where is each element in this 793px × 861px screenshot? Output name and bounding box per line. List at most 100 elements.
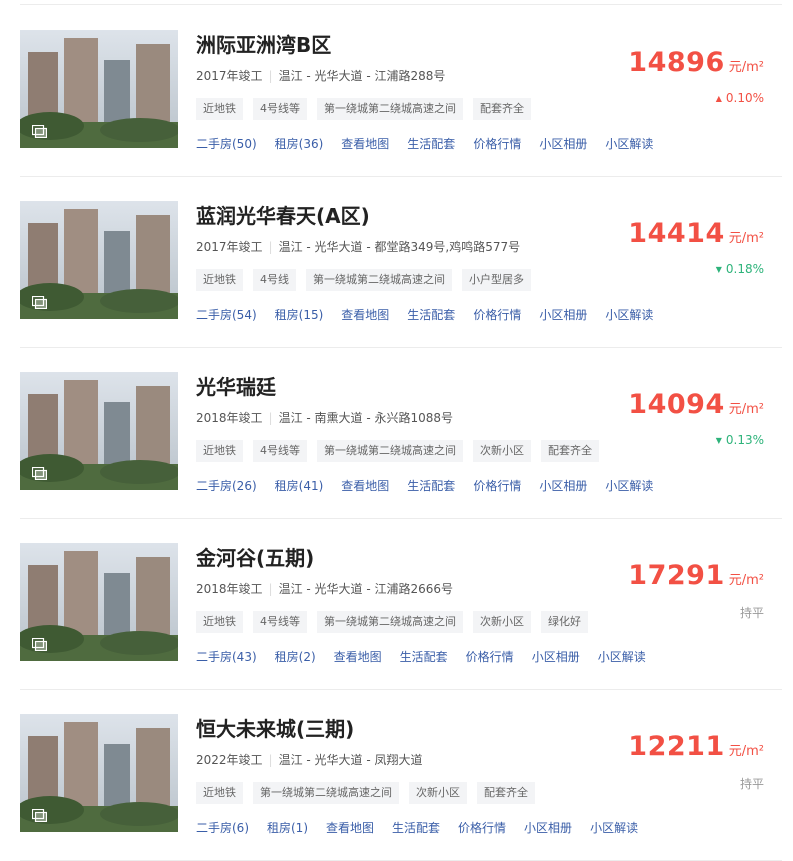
community-link[interactable]: 小区解读 [605, 306, 653, 323]
community-link[interactable]: 生活配套 [407, 306, 455, 323]
community-link[interactable]: 价格行情 [473, 135, 521, 152]
community-location: 温江 - 光华大道 - 凤翔大道 [278, 753, 423, 767]
community-name[interactable]: 金河谷(五期) [196, 542, 314, 571]
community-links: 二手房(26) 租房(41) 查看地图 生活配套 价格行情 小区相册 小区解读 [196, 477, 671, 494]
feature-tag: 小户型居多 [462, 269, 531, 291]
community-name[interactable]: 洲际亚洲湾B区 [196, 29, 331, 58]
feature-tag: 次新小区 [473, 440, 531, 462]
community-link[interactable]: 小区解读 [605, 477, 653, 494]
community-link[interactable]: 生活配套 [400, 648, 448, 665]
community-link[interactable]: 租房(36) [275, 135, 324, 152]
community-link[interactable]: 生活配套 [407, 135, 455, 152]
community-link[interactable]: 查看地图 [326, 819, 374, 836]
community-link[interactable]: 价格行情 [458, 819, 506, 836]
average-price: 14896 元/m² [628, 47, 764, 78]
community-link[interactable]: 小区相册 [539, 306, 587, 323]
community-link[interactable]: 小区相册 [532, 648, 580, 665]
price-change-value: 0.18% [725, 262, 764, 276]
price-value: 17291 [628, 560, 725, 591]
meta-separator: | [268, 69, 273, 83]
community-card: 金河谷(五期) 2018年竣工 | 温江 - 光华大道 - 江浦路2666号 近地铁… [20, 518, 782, 690]
community-link[interactable]: 生活配套 [407, 477, 455, 494]
community-links: 二手房(43) 租房(2) 查看地图 生活配套 价格行情 小区相册 小区解读 [196, 648, 664, 665]
feature-tag: 绿化好 [541, 611, 588, 633]
community-name[interactable]: 光华瑞廷 [196, 371, 276, 400]
completion-year: 2022年竣工 [196, 753, 263, 767]
price-unit: 元/m² [728, 60, 764, 75]
community-location: 温江 - 光华大道 - 都堂路349号,鸡鸣路577号 [278, 240, 521, 254]
community-link[interactable]: 二手房(50) [196, 135, 257, 152]
community-link[interactable]: 生活配套 [392, 819, 440, 836]
price-value: 12211 [628, 731, 725, 762]
community-link[interactable]: 二手房(43) [196, 648, 257, 665]
community-location: 温江 - 南熏大道 - 永兴路1088号 [278, 411, 454, 425]
price-change: 持平 [740, 604, 764, 621]
price-change: ▼ 0.18% [716, 262, 764, 276]
average-price: 14414 元/m² [628, 218, 764, 249]
community-link[interactable]: 小区解读 [590, 819, 638, 836]
feature-tag: 次新小区 [473, 611, 531, 633]
community-link[interactable]: 查看地图 [341, 306, 389, 323]
community-link[interactable]: 查看地图 [341, 135, 389, 152]
community-link[interactable]: 价格行情 [466, 648, 514, 665]
community-link[interactable]: 租房(41) [275, 477, 324, 494]
community-link[interactable]: 小区相册 [524, 819, 572, 836]
community-location: 温江 - 光华大道 - 江浦路2666号 [278, 582, 454, 596]
feature-tag: 4号线等 [253, 98, 307, 120]
feature-tags: 近地铁 4号线等 第一绕城第二绕城高速之间 次新小区 绿化好 [196, 611, 598, 633]
feature-tag: 配套齐全 [541, 440, 599, 462]
average-price: 17291 元/m² [628, 560, 764, 591]
community-link[interactable]: 小区相册 [539, 135, 587, 152]
community-link[interactable]: 小区解读 [605, 135, 653, 152]
community-card: 洲际亚洲湾B区 2017年竣工 | 温江 - 光华大道 - 江浦路288号 近地铁 4… [20, 5, 782, 177]
community-link[interactable]: 租房(2) [275, 648, 316, 665]
feature-tag: 配套齐全 [477, 782, 535, 804]
price-change: ▼ 0.13% [716, 433, 764, 447]
triangle-up-icon: ▲ [715, 94, 722, 103]
price-unit: 元/m² [728, 402, 764, 417]
price-change-value: 0.10% [725, 91, 764, 105]
photo-album-icon [32, 809, 47, 822]
community-link[interactable]: 二手房(26) [196, 477, 257, 494]
community-meta: 2018年竣工 | 温江 - 南熏大道 - 永兴路1088号 [196, 409, 453, 426]
community-name[interactable]: 恒大未来城(三期) [196, 713, 354, 742]
community-link[interactable]: 租房(1) [267, 819, 308, 836]
community-link[interactable]: 租房(15) [275, 306, 324, 323]
feature-tags: 近地铁 4号线等 第一绕城第二绕城高速之间 次新小区 配套齐全 [196, 440, 609, 462]
photo-album-icon [32, 638, 47, 651]
community-links: 二手房(54) 租房(15) 查看地图 生活配套 价格行情 小区相册 小区解读 [196, 306, 671, 323]
community-thumbnail[interactable] [20, 372, 178, 490]
average-price: 12211 元/m² [628, 731, 764, 762]
community-link[interactable]: 小区相册 [539, 477, 587, 494]
meta-separator: | [268, 240, 273, 254]
feature-tag: 第一绕城第二绕城高速之间 [306, 269, 452, 291]
community-meta: 2017年竣工 | 温江 - 光华大道 - 江浦路288号 [196, 67, 445, 84]
feature-tag: 第一绕城第二绕城高速之间 [253, 782, 399, 804]
feature-tag: 次新小区 [409, 782, 467, 804]
feature-tag: 第一绕城第二绕城高速之间 [317, 440, 463, 462]
price-unit: 元/m² [728, 744, 764, 759]
price-change-value: 0.13% [725, 433, 764, 447]
community-thumbnail[interactable] [20, 714, 178, 832]
meta-separator: | [268, 582, 273, 596]
community-link[interactable]: 二手房(54) [196, 306, 257, 323]
community-name[interactable]: 蓝润光华春天(A区) [196, 200, 370, 229]
feature-tag: 4号线等 [253, 440, 307, 462]
community-thumbnail[interactable] [20, 543, 178, 661]
photo-album-icon [32, 125, 47, 138]
community-link[interactable]: 查看地图 [334, 648, 382, 665]
community-link[interactable]: 价格行情 [473, 306, 521, 323]
meta-separator: | [268, 753, 273, 767]
community-thumbnail[interactable] [20, 30, 178, 148]
feature-tag: 近地铁 [196, 611, 243, 633]
community-thumbnail[interactable] [20, 201, 178, 319]
community-link[interactable]: 查看地图 [341, 477, 389, 494]
price-value: 14414 [628, 218, 725, 249]
community-link[interactable]: 小区解读 [598, 648, 646, 665]
completion-year: 2018年竣工 [196, 582, 263, 596]
community-link[interactable]: 价格行情 [473, 477, 521, 494]
feature-tag: 近地铁 [196, 440, 243, 462]
meta-separator: | [268, 411, 273, 425]
community-links: 二手房(6) 租房(1) 查看地图 生活配套 价格行情 小区相册 小区解读 [196, 819, 656, 836]
community-link[interactable]: 二手房(6) [196, 819, 249, 836]
